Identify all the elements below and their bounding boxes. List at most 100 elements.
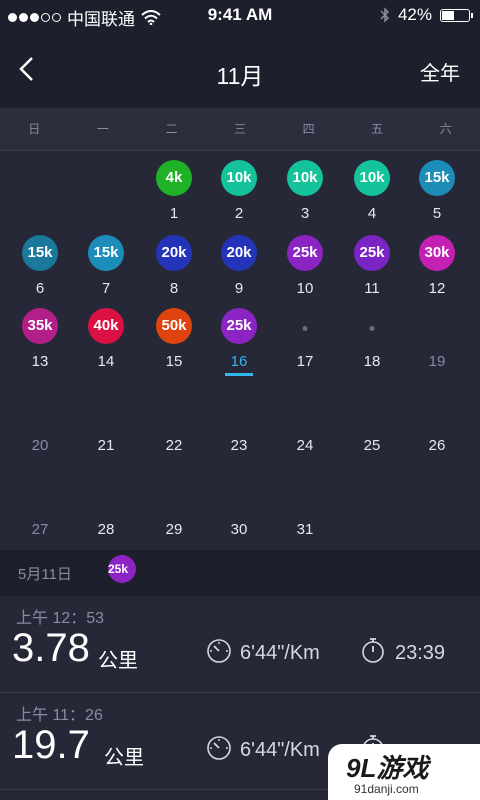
calendar-day[interactable]: 50k 15: [140, 299, 208, 370]
day-number: 31: [296, 521, 314, 538]
calendar-day[interactable]: 20k 8: [140, 226, 208, 297]
calendar-day[interactable]: 25k 11: [338, 226, 406, 297]
calendar-day[interactable]: 21: [72, 383, 140, 454]
status-bar: 中国联通 9:41 AM 42%: [0, 0, 480, 30]
battery-percent: 42%: [397, 5, 432, 24]
speedometer-icon: [207, 639, 231, 663]
day-distance-badge: 20k: [156, 235, 192, 271]
calendar-day[interactable]: 27: [6, 467, 74, 538]
run-record[interactable]: 上午 12：53 3.78 公里 6'44"/Km 23:39: [0, 596, 480, 693]
calendar-day[interactable]: 26: [403, 383, 471, 454]
day-number: 10: [296, 280, 314, 297]
status-right: 42%: [380, 5, 473, 25]
day-number: 25: [363, 437, 381, 454]
day-number: 2: [234, 205, 244, 222]
calendar-day[interactable]: 35k 13: [6, 299, 74, 370]
day-number: 4: [367, 205, 377, 222]
day-number: 1: [169, 205, 179, 222]
day-distance-badge: 10k: [354, 160, 390, 196]
day-distance-badge: 25k: [354, 235, 390, 271]
calendar-day[interactable]: 20k 9: [205, 226, 273, 297]
calendar-day[interactable]: 18: [338, 299, 406, 370]
calendar-day[interactable]: 24: [271, 383, 339, 454]
speedometer-icon: [207, 736, 231, 760]
day-number: 14: [97, 353, 115, 370]
day-distance-badge: 50k: [156, 308, 192, 344]
day-number: 28: [97, 521, 115, 538]
calendar-day[interactable]: 25: [338, 383, 406, 454]
day-number: 17: [296, 353, 314, 370]
weekday-label: 日: [28, 122, 41, 136]
run-time: 上午 12：53: [16, 610, 105, 627]
calendar-day[interactable]: 22: [140, 383, 208, 454]
calendar-day[interactable]: 20: [6, 383, 74, 454]
page-title: 11月: [216, 63, 264, 89]
day-number: 3: [300, 205, 310, 222]
calendar-day[interactable]: 30k 12: [403, 226, 471, 297]
calendar-day[interactable]: 31: [271, 467, 339, 538]
day-number: 29: [165, 521, 183, 538]
calendar-day[interactable]: 25k 16: [205, 299, 273, 376]
day-distance-badge: 20k: [221, 235, 257, 271]
calendar-day[interactable]: 10k 3: [271, 151, 339, 222]
day-distance-badge: 25k: [287, 235, 323, 271]
run-duration: 23:39: [395, 642, 446, 664]
day-number: 12: [428, 280, 446, 297]
day-number: 18: [363, 353, 381, 370]
year-button[interactable]: 全年: [420, 57, 460, 86]
run-distance: 3.78: [12, 626, 90, 670]
watermark-logo: 9L游戏: [346, 753, 429, 783]
calendar-day[interactable]: 4k 1: [140, 151, 208, 222]
today-indicator: [225, 373, 253, 376]
day-number: 19: [428, 353, 446, 370]
calendar-day[interactable]: 30: [205, 467, 273, 538]
day-number: 11: [364, 280, 380, 297]
run-pace: 6'44"/Km: [240, 642, 320, 664]
planned-dot-icon: [369, 326, 375, 331]
stopwatch-icon: [362, 638, 384, 663]
month-calendar: 4k 1 10k 2 10k 3 10k 4 15k 5 15k 6 15k 7 20k 8 20k 9 25k 10…: [0, 151, 480, 550]
calendar-day[interactable]: 15k 5: [403, 151, 471, 222]
calendar-day[interactable]: 29: [140, 467, 208, 538]
day-number: 20: [31, 437, 49, 454]
calendar-day[interactable]: 19: [403, 299, 471, 370]
site-watermark: 9L游戏 91danji.com: [328, 744, 480, 800]
watermark-url: 91danji.com: [354, 782, 419, 796]
day-distance-badge: 10k: [221, 160, 257, 196]
calendar-day[interactable]: 40k 14: [72, 299, 140, 370]
weekday-label: 三: [234, 122, 247, 136]
day-number: 7: [101, 280, 111, 297]
bluetooth-icon: [380, 7, 390, 23]
day-number: 24: [296, 437, 314, 454]
calendar-day[interactable]: 10k 2: [205, 151, 273, 222]
day-distance-badge: 25k: [108, 555, 136, 583]
planned-dot-icon: [302, 326, 308, 331]
calendar-day[interactable]: 17: [271, 299, 339, 370]
calendar-day[interactable]: 28: [72, 467, 140, 538]
day-number: 15: [165, 353, 183, 370]
run-distance: 19.7: [12, 723, 90, 767]
calendar-day[interactable]: 23: [205, 383, 273, 454]
calendar-day[interactable]: 25k 10: [271, 226, 339, 297]
calendar-day[interactable]: 10k 4: [338, 151, 406, 222]
day-number: 9: [234, 280, 244, 297]
day-number: 30: [230, 521, 248, 538]
calendar-day[interactable]: 15k 7: [72, 226, 140, 297]
calendar-day[interactable]: 15k 6: [6, 226, 74, 297]
weekday-label: 六: [439, 122, 452, 136]
run-pace: 6'44"/Km: [240, 739, 320, 761]
day-distance-badge: 15k: [419, 160, 455, 196]
weekday-label: 二: [165, 122, 178, 136]
day-number: 16: [230, 353, 248, 370]
day-distance-badge: 10k: [287, 160, 323, 196]
run-distance-unit: 公里: [98, 650, 138, 672]
day-number: 6: [35, 280, 45, 297]
weekday-label: 一: [96, 122, 109, 136]
day-distance-badge: 25k: [221, 308, 257, 344]
day-distance-badge: 4k: [156, 160, 192, 196]
weekday-label: 四: [302, 122, 315, 136]
run-time: 上午 11：26: [16, 707, 103, 724]
day-number: 13: [31, 353, 49, 370]
weekday-label: 五: [371, 122, 384, 136]
day-distance-badge: 40k: [88, 308, 124, 344]
